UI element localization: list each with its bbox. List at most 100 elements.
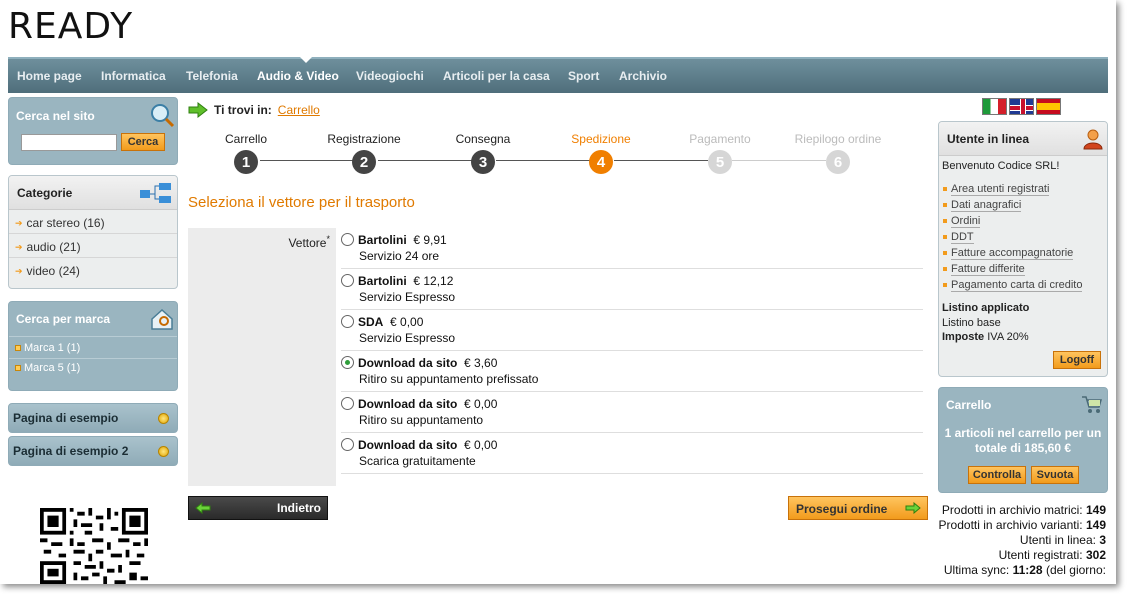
category-tree-icon <box>140 183 171 203</box>
step-spedizione: Spedizione 4 <box>546 132 656 174</box>
nav-home[interactable]: Home page <box>17 69 82 83</box>
page-link-1[interactable]: Pagina di esempio <box>8 403 178 433</box>
back-button-label: Indietro <box>277 501 321 515</box>
search-button[interactable]: Cerca <box>121 133 165 151</box>
user-box: Utente in linea Benvenuto Codice SRL! Ar… <box>938 121 1108 377</box>
carrier-price: € 3,60 <box>464 356 498 370</box>
house-search-icon <box>151 308 173 330</box>
search-box: Cerca nel sito Cerca <box>8 97 178 165</box>
circle-bullet-icon <box>158 413 169 424</box>
carrier-price: € 12,12 <box>413 274 454 288</box>
page-link-2[interactable]: Pagina di esempio 2 <box>8 436 178 466</box>
carrier-price: € 0,00 <box>390 315 424 329</box>
page: READY Home page Informatica Telefonia Au… <box>0 0 1116 584</box>
category-item[interactable]: ➔ video (24) <box>15 264 80 278</box>
carrier-option[interactable]: SDA € 0,00 Servizio Espresso <box>341 310 923 351</box>
welcome-text: Benvenuto Codice SRL! <box>942 160 1060 172</box>
breadcrumb: Ti trovi in: Carrello <box>188 102 320 118</box>
imposte-line: Imposte IVA 20% <box>942 331 1029 343</box>
carrier-option[interactable]: Bartolini € 9,91 Servizio 24 ore <box>341 228 923 269</box>
carrier-option[interactable]: Download da sito € 0,00 Ritiro su appunt… <box>341 392 923 433</box>
green-arrow-icon <box>188 102 208 118</box>
cart-box: Carrello 1 articoli nel carrello per un … <box>938 387 1108 493</box>
page-link-label: Pagina di esempio <box>13 411 119 425</box>
user-link[interactable]: Ordini <box>943 213 1082 229</box>
back-button[interactable]: Indietro <box>188 496 328 520</box>
italian-flag-icon[interactable] <box>982 98 1007 115</box>
step-number: 4 <box>589 150 613 174</box>
divider <box>9 336 177 337</box>
step-consegna: Consegna 3 <box>428 132 538 174</box>
radio-button[interactable] <box>341 315 354 328</box>
brand-item[interactable]: Marca 1 (1) <box>15 342 80 354</box>
radio-button-selected[interactable] <box>341 356 354 369</box>
square-bullet-icon <box>943 235 947 239</box>
carrier-name: SDA <box>358 315 384 329</box>
breadcrumb-link-carrello[interactable]: Carrello <box>278 103 320 117</box>
radio-button[interactable] <box>341 233 354 246</box>
nav-informatica[interactable]: Informatica <box>101 69 166 83</box>
brand-item[interactable]: Marca 5 (1) <box>15 362 80 374</box>
nav-videogiochi[interactable]: Videogiochi <box>356 69 424 83</box>
nav-articoli-casa[interactable]: Articoli per la casa <box>443 69 550 83</box>
site-logo[interactable]: READY <box>8 6 133 47</box>
user-link[interactable]: Fatture accompagnatorie <box>943 245 1082 261</box>
search-input[interactable] <box>21 134 117 151</box>
spanish-flag-icon[interactable] <box>1036 98 1061 115</box>
listino-value: Listino base <box>942 317 1001 329</box>
step-label: Consegna <box>455 132 511 146</box>
search-title: Cerca nel sito <box>16 109 95 123</box>
site-stats: Prodotti in archivio matrici: 149 Prodot… <box>938 503 1106 578</box>
cart-empty-button[interactable]: Svuota <box>1031 466 1079 484</box>
brands-title: Cerca per marca <box>16 312 111 326</box>
main-nav: Home page Informatica Telefonia Audio & … <box>8 57 1108 93</box>
step-label: Riepilogo ordine <box>794 132 882 146</box>
square-bullet-icon <box>943 251 947 255</box>
carrier-price: € 9,91 <box>413 233 447 247</box>
stat-matrici: Prodotti in archivio matrici: 149 <box>941 503 1106 517</box>
step-label: Pagamento <box>689 132 751 146</box>
carrier-desc: Servizio Espresso <box>359 331 456 345</box>
carrier-price: € 0,00 <box>464 438 498 452</box>
nav-sport[interactable]: Sport <box>568 69 599 83</box>
radio-button[interactable] <box>341 274 354 287</box>
carrier-desc: Servizio Espresso <box>359 290 456 304</box>
continue-order-button[interactable]: Prosegui ordine <box>788 496 928 520</box>
cart-title: Carrello <box>946 398 992 412</box>
nav-telefonia[interactable]: Telefonia <box>186 69 238 83</box>
user-icon <box>1083 129 1103 150</box>
square-bullet-icon <box>943 187 947 191</box>
stat-sync: Ultima sync: 11:28 (del giorno: <box>943 563 1106 577</box>
carrier-option[interactable]: Download da sito € 0,00 Scarica gratuita… <box>341 433 923 474</box>
square-bullet-icon <box>943 219 947 223</box>
category-item[interactable]: ➔ audio (21) <box>15 240 81 254</box>
user-link[interactable]: Area utenti registrati <box>943 181 1082 197</box>
user-link[interactable]: Dati anagrafici <box>943 197 1082 213</box>
nav-archivio[interactable]: Archivio <box>619 69 667 83</box>
cart-check-button[interactable]: Controlla <box>968 466 1026 484</box>
radio-button[interactable] <box>341 397 354 410</box>
carrier-desc: Ritiro su appuntamento <box>359 413 484 427</box>
carrier-option[interactable]: Bartolini € 12,12 Servizio Espresso <box>341 269 923 310</box>
stat-online: Utenti in linea: 3 <box>1019 533 1106 547</box>
arrow-bullet-icon: ➔ <box>15 241 23 252</box>
logoff-button[interactable]: Logoff <box>1053 351 1101 369</box>
qr-code-image <box>40 508 148 584</box>
step-label: Registrazione <box>327 132 401 146</box>
square-bullet-icon <box>943 283 947 287</box>
user-link[interactable]: Fatture differite <box>943 261 1082 277</box>
carrier-desc: Ritiro su appuntamento prefissato <box>359 372 539 386</box>
arrow-bullet-icon: ➔ <box>15 265 23 276</box>
square-bullet-icon <box>943 203 947 207</box>
user-link[interactable]: Pagamento carta di credito <box>943 277 1083 293</box>
user-link[interactable]: DDT <box>943 229 1082 245</box>
english-flag-icon[interactable] <box>1009 98 1034 115</box>
radio-button[interactable] <box>341 438 354 451</box>
category-item[interactable]: ➔ car stereo (16) <box>15 216 105 230</box>
carrier-option[interactable]: Download da sito € 3,60 Ritiro su appunt… <box>341 351 923 392</box>
step-riepilogo-ordine: Riepilogo ordine 6 <box>783 132 893 174</box>
divider <box>9 233 177 234</box>
breadcrumb-prefix: Ti trovi in: <box>214 103 272 117</box>
categories-title: Categorie <box>17 185 73 200</box>
nav-audio-video[interactable]: Audio & Video <box>257 69 339 83</box>
